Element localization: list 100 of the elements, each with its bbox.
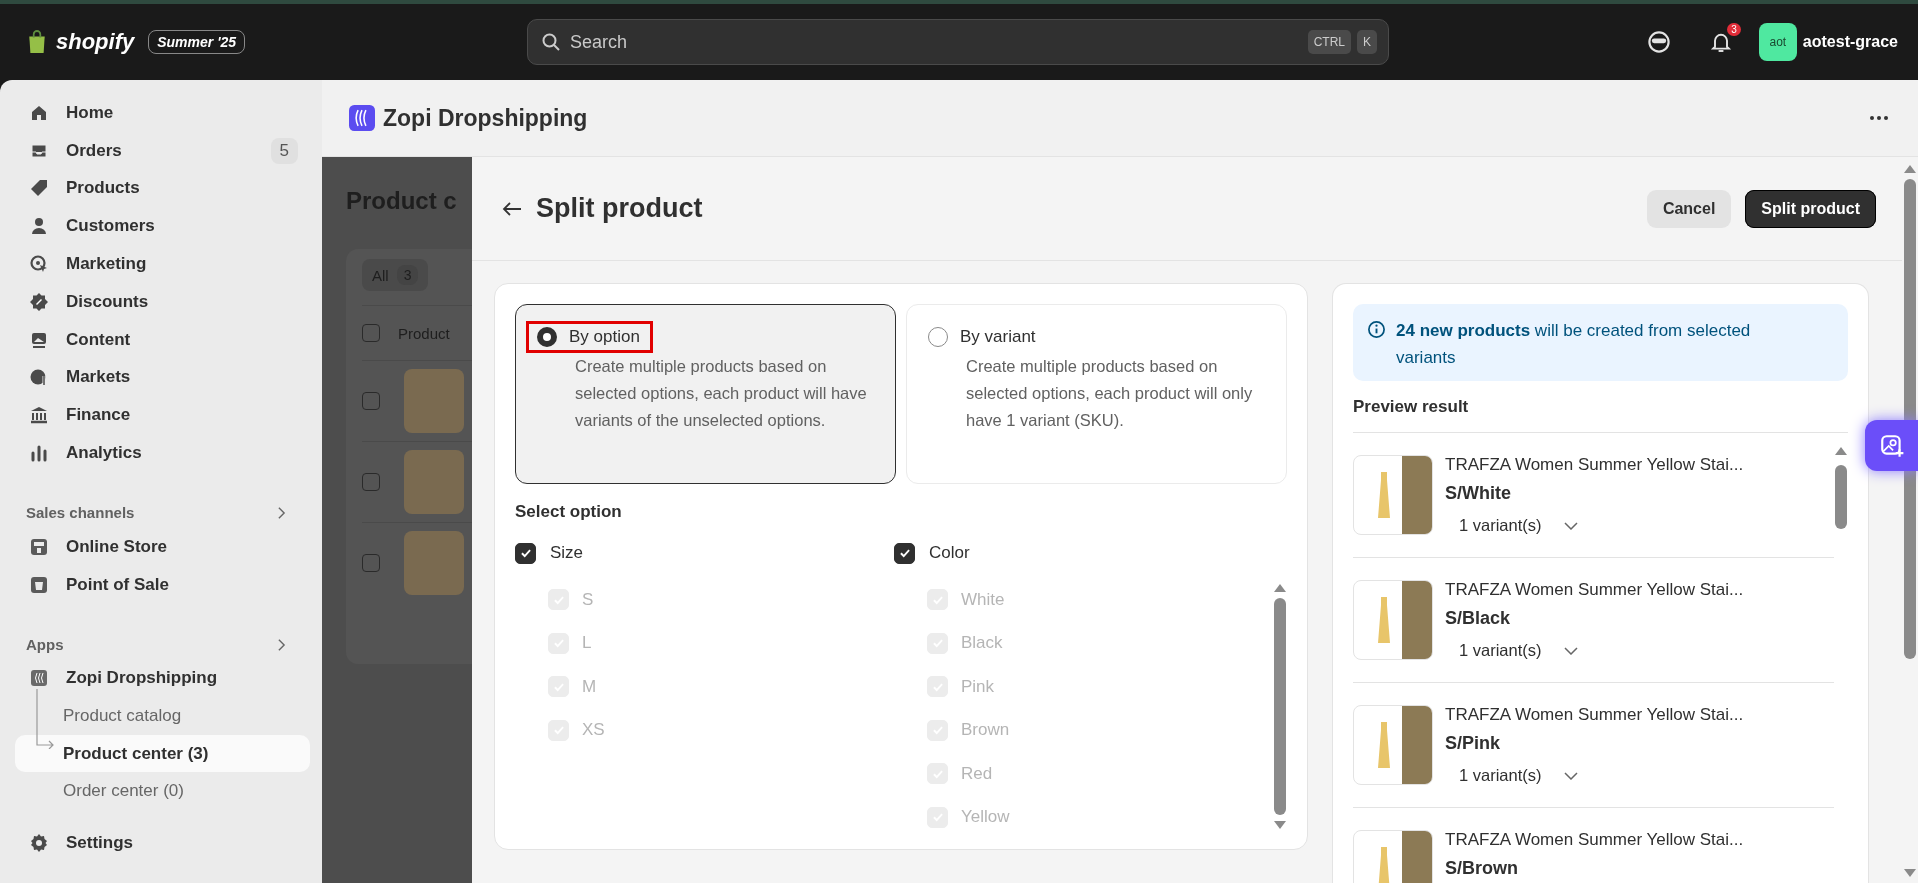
logo-text[interactable]: shopify [56, 29, 135, 55]
section-title: Select option [515, 502, 623, 522]
option-card[interactable]: By variant Create multiple products based on selected options, each product will only have 1 variant (SKU). [906, 304, 1287, 484]
checkbox[interactable] [515, 542, 536, 564]
image-search-button[interactable] [1865, 420, 1918, 471]
back-arrow-icon[interactable] [502, 200, 522, 217]
user-name[interactable]: aotest-grace [1802, 33, 1898, 51]
option-name: Color [929, 543, 970, 563]
option-value: S [582, 589, 594, 610]
product-title: TRAFZA Women Summer Yellow Stai... [1445, 830, 1744, 850]
nav-item[interactable]: Home [15, 94, 310, 132]
count-badge: 5 [270, 137, 298, 164]
product-title: TRAFZA Women Summer Yellow Stai... [1445, 705, 1744, 725]
scroll-thumb[interactable] [1835, 465, 1847, 529]
option-label: By option [569, 327, 640, 347]
option-value: M [582, 676, 597, 697]
option-value: Brown [961, 720, 1010, 741]
edition-badge: Summer '25 [148, 30, 246, 54]
bag-icon [29, 574, 49, 595]
option-value: Yellow [961, 807, 1010, 828]
modal-title: Split product [536, 193, 703, 224]
info-icon [1367, 320, 1386, 339]
option-name: Size [550, 543, 584, 563]
nav-subitem[interactable]: Product center (3) [15, 734, 310, 773]
nav-item[interactable]: Settings [15, 823, 310, 862]
image-plus-icon [1878, 432, 1905, 459]
photo-placeholder [404, 450, 464, 514]
nav-item[interactable]: Online Store [15, 527, 310, 566]
shortcut-key: CTRL [1307, 30, 1351, 54]
variant-count-dropdown[interactable]: 1 variant(s) [1445, 512, 1744, 539]
chevron-down-icon [1563, 646, 1578, 655]
nav-item[interactable]: Analytics [15, 434, 310, 472]
search-icon [541, 32, 561, 52]
checkbox[interactable] [362, 473, 380, 491]
scroll-down-icon[interactable] [1904, 869, 1916, 877]
option-value: L [582, 633, 592, 654]
app-icon [29, 668, 49, 689]
option-value: XS [582, 720, 605, 741]
scroll-up-icon[interactable] [1274, 584, 1286, 592]
notification-count: 3 [1727, 23, 1741, 36]
cancel-button[interactable]: Cancel [1646, 189, 1732, 228]
chevron-right-icon[interactable] [277, 637, 286, 652]
photo-placeholder [404, 369, 464, 433]
section-title: Apps [26, 636, 64, 654]
gear-icon [29, 832, 49, 853]
product-title: TRAFZA Women Summer Yellow Stai... [1445, 455, 1744, 475]
chevron-right-icon[interactable] [277, 505, 286, 520]
checkbox[interactable] [362, 554, 380, 572]
option-value: Black [961, 633, 1003, 654]
nav-subitem[interactable]: Product catalog [15, 697, 310, 735]
option-card[interactable]: By option Create multiple products based on selected options, each product will have variants of the unselected options. [515, 304, 896, 484]
scroll-down-icon[interactable] [1274, 821, 1286, 829]
option-value: Pink [961, 676, 995, 697]
variant-name: S/White [1445, 483, 1512, 504]
option-value: Red [961, 763, 993, 784]
app-icon [349, 105, 375, 131]
section-title: Preview result [1353, 397, 1848, 433]
nav-item[interactable]: Content [15, 320, 310, 359]
bank-icon [29, 405, 49, 426]
app-title: Zopi Dropshipping [383, 104, 588, 132]
option-label: By variant [960, 327, 1036, 347]
bar-chart-icon [29, 443, 49, 464]
nav-subitem[interactable]: Order center (0) [15, 772, 310, 810]
variant-name: S/Pink [1445, 733, 1502, 754]
nav-item[interactable]: Orders 5 [15, 131, 310, 170]
nav-item[interactable]: Finance [15, 396, 310, 435]
scroll-thumb[interactable] [1904, 179, 1916, 659]
radio-button[interactable] [928, 327, 948, 347]
person-icon [29, 216, 49, 237]
scroll-up-icon[interactable] [1835, 447, 1847, 455]
variant-count-dropdown[interactable]: 1 variant(s) [1445, 762, 1744, 789]
checkbox[interactable] [362, 392, 380, 410]
scroll-thumb[interactable] [1274, 598, 1286, 815]
chevron-down-icon [1563, 771, 1578, 780]
variant-count-dropdown[interactable]: 1 variant(s) [1445, 637, 1744, 664]
nav-item[interactable]: Products [15, 169, 310, 208]
nav-item[interactable]: Markets [15, 358, 310, 397]
nav-item[interactable]: Marketing [15, 245, 310, 283]
option-description: Create multiple products based on selected options, each product will only have 1 variant (SKU). [966, 356, 1254, 431]
avatar[interactable]: aot [1758, 23, 1797, 61]
nav-item[interactable]: Customers [15, 207, 310, 246]
shopping-bag-icon [26, 29, 48, 55]
chevron-down-icon [1563, 521, 1578, 530]
tag-icon [29, 178, 49, 199]
store-icon [29, 536, 49, 557]
more-icon[interactable] [1868, 115, 1890, 121]
option-description: Create multiple products based on selected options, each product will have variants of the unselected options. [575, 356, 868, 431]
nav-item[interactable]: Zopi Dropshipping [15, 659, 310, 698]
checkbox[interactable] [362, 324, 380, 342]
option-value: White [961, 589, 1005, 610]
split-button[interactable]: Split product [1745, 189, 1876, 228]
scroll-up-icon[interactable] [1904, 165, 1916, 173]
nav-item[interactable]: Point of Sale [15, 565, 310, 604]
checkbox[interactable] [894, 542, 915, 564]
nav-item[interactable]: Discounts [15, 283, 310, 321]
photo-placeholder [404, 531, 464, 595]
product-title: TRAFZA Women Summer Yellow Stai... [1445, 580, 1744, 600]
variant-name: S/Brown [1445, 858, 1519, 879]
radio-button[interactable] [537, 327, 557, 347]
variant-name: S/Black [1445, 608, 1512, 629]
